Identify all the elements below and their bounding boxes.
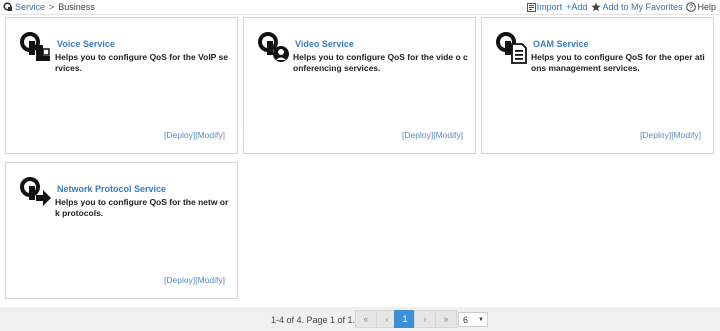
oam-service-icon [496, 32, 527, 64]
add-button[interactable]: +Add [566, 2, 587, 12]
chevron-down-icon: ▼ [478, 316, 484, 323]
modify-link[interactable]: [Modify] [195, 130, 225, 140]
deploy-link[interactable]: [Deploy] [402, 130, 433, 140]
card-actions: [Deploy] [Modify] [164, 275, 225, 285]
network-protocol-service-icon [20, 177, 51, 206]
breadcrumb: Service > Business [3, 2, 95, 12]
next-page-button[interactable]: › [414, 310, 436, 328]
card-description: Helps you to configure QoS for the netw … [55, 197, 229, 218]
add-to-favorites-label: Add to My Favorites [602, 2, 683, 12]
deploy-link[interactable]: [Deploy] [640, 130, 671, 140]
page-size-value: 6 [463, 314, 469, 325]
deploy-link[interactable]: [Deploy] [164, 130, 195, 140]
breadcrumb-service-link[interactable]: Service [15, 2, 45, 12]
service-card-network-protocol: Network Protocol Service Helps you to co… [5, 162, 238, 299]
modify-link[interactable]: [Modify] [433, 130, 463, 140]
modify-link[interactable]: [Modify] [671, 130, 701, 140]
voice-service-icon [20, 32, 50, 61]
help-button[interactable]: ? Help [686, 2, 716, 12]
breadcrumb-separator: > [49, 2, 55, 12]
card-title-voice-service[interactable]: Voice Service [57, 39, 115, 49]
pagination-bar: 1-4 of 4. Page 1 of 1. « ‹ 1 › » 6 ▼ [0, 307, 720, 331]
import-label: Import [536, 2, 563, 12]
modify-link[interactable]: [Modify] [195, 275, 225, 285]
import-button[interactable]: Import [526, 2, 563, 12]
last-page-button[interactable]: » [435, 310, 457, 328]
card-description: Helps you to configure QoS for the vide … [293, 52, 468, 73]
page-size-select[interactable]: 6 ▼ [458, 312, 488, 327]
service-card-voice: Voice Service Helps you to configure QoS… [5, 17, 238, 154]
service-icon [3, 2, 12, 11]
card-actions: [Deploy] [Modify] [164, 130, 225, 140]
video-service-icon [258, 32, 289, 62]
card-title-video-service[interactable]: Video Service [295, 39, 354, 49]
import-icon [526, 2, 536, 12]
service-card-video: Video Service Helps you to configure QoS… [243, 17, 476, 154]
card-description: Helps you to configure QoS for the VoIP … [55, 52, 229, 73]
card-actions: [Deploy] [Modify] [640, 130, 701, 140]
deploy-link[interactable]: [Deploy] [164, 275, 195, 285]
breadcrumb-current: Business [58, 2, 95, 12]
add-to-favorites-button[interactable]: Add to My Favorites [591, 2, 682, 12]
add-label: +Add [566, 2, 588, 12]
top-bar: Service > Business Import +Add Add to My… [0, 0, 720, 15]
help-label: Help [697, 2, 716, 12]
card-description: Helps you to configure QoS for the oper … [531, 52, 705, 73]
service-card-oam: OAM Service Helps you to configure QoS f… [481, 17, 714, 154]
card-actions: [Deploy] [Modify] [402, 130, 463, 140]
page-1-button[interactable]: 1 [394, 310, 416, 328]
service-cards-area: Voice Service Helps you to configure QoS… [0, 15, 720, 307]
toolbar-actions: Import +Add Add to My Favorites ? Help [526, 2, 716, 12]
svg-text:?: ? [690, 5, 694, 12]
star-icon [591, 2, 602, 12]
pagination-info: 1-4 of 4. Page 1 of 1. [271, 315, 356, 325]
first-page-button[interactable]: « [355, 310, 377, 328]
card-title-network-protocol-service[interactable]: Network Protocol Service [57, 184, 166, 194]
card-title-oam-service[interactable]: OAM Service [533, 39, 589, 49]
help-icon: ? [686, 2, 697, 12]
